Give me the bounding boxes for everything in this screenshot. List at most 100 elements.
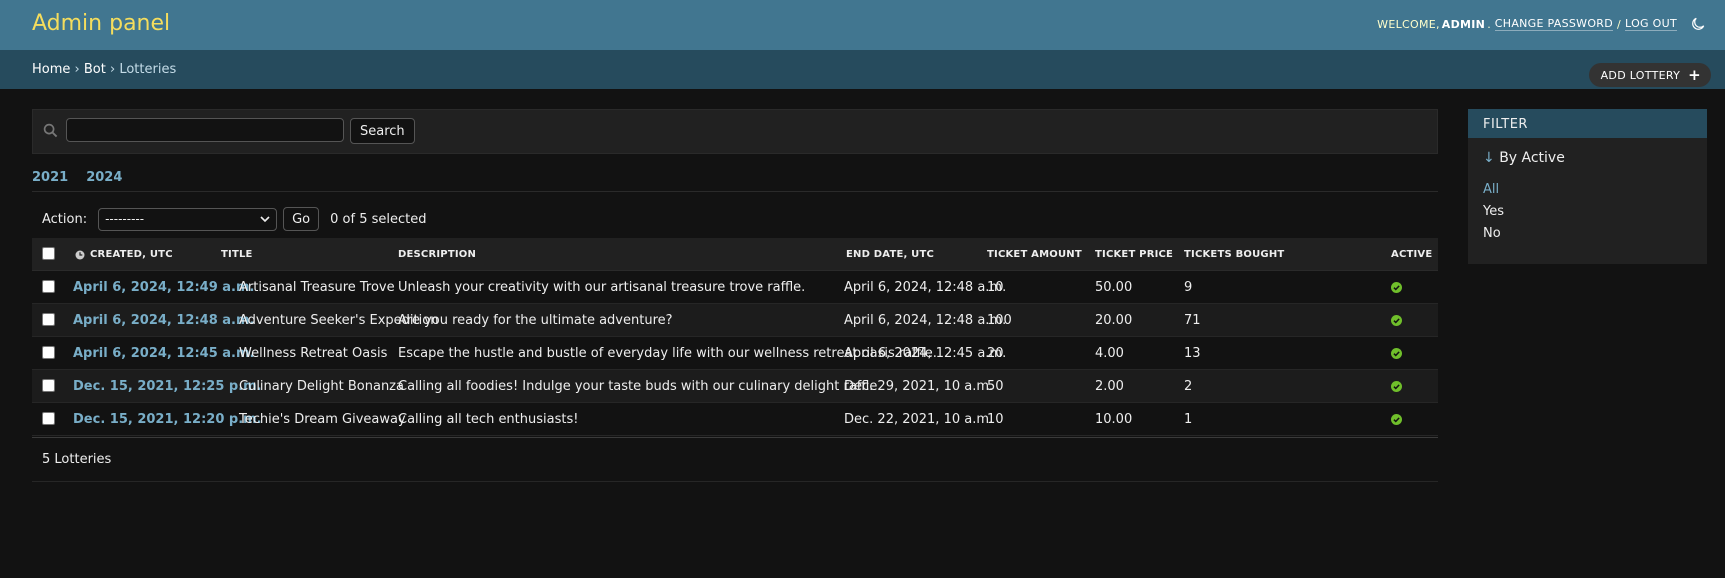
table-header: CREATED, UTC TITLE DESCRIPTION END DATE,… (32, 238, 1438, 271)
search-input[interactable] (66, 118, 344, 142)
filter-option-no[interactable]: No (1483, 226, 1501, 241)
tickets-bought-cell: 2 (1184, 379, 1193, 394)
table-row: Dec. 15, 2021, 12:20 p.m. Techie's Dream… (32, 403, 1438, 436)
filter-sidebar: FILTER ↓ By Active All Yes No (1468, 109, 1707, 264)
search-button[interactable]: Search (350, 118, 415, 144)
title-cell: Wellness Retreat Oasis (239, 346, 388, 361)
filter-option-all[interactable]: All (1483, 182, 1499, 197)
ticket-price-cell: 20.00 (1095, 313, 1133, 328)
tickets-bought-cell: 9 (1184, 280, 1193, 295)
breadcrumb-bot[interactable]: Bot (84, 62, 106, 77)
date-hierarchy: 2021 2024 (32, 170, 122, 185)
user-tools-separator: / (1617, 17, 1622, 31)
divider (32, 191, 1438, 192)
row-checkbox[interactable] (42, 379, 55, 392)
check-circle-icon (1391, 315, 1402, 326)
tickets-bought-cell: 1 (1184, 412, 1193, 427)
description-cell: Are you ready for the ultimate adventure… (398, 313, 673, 328)
end-date-cell: April 6, 2024, 12:48 a.m. (844, 280, 1007, 295)
ticket-amount-cell: 50 (987, 379, 1004, 394)
title-cell: Artisanal Treasure Trove (239, 280, 395, 295)
end-date-cell: Dec. 22, 2021, 10 a.m. (844, 412, 994, 427)
logout-link[interactable]: LOG OUT (1625, 17, 1677, 31)
filter-heading: FILTER (1468, 109, 1707, 138)
row-checkbox[interactable] (42, 346, 55, 359)
breadcrumb-current: Lotteries (119, 62, 177, 77)
row-checkbox[interactable] (42, 313, 55, 326)
search-toolbar: Search (32, 109, 1438, 154)
ticket-amount-cell: 20 (987, 346, 1004, 361)
results-table: CREATED, UTC TITLE DESCRIPTION END DATE,… (32, 238, 1438, 436)
created-link[interactable]: Dec. 15, 2021, 12:25 p.m. (73, 379, 262, 394)
check-circle-icon (1391, 381, 1402, 392)
select-all-checkbox[interactable] (42, 247, 55, 260)
site-branding[interactable]: Admin panel (32, 11, 170, 36)
description-cell: Calling all foodies! Indulge your taste … (398, 379, 882, 394)
row-checkbox[interactable] (42, 280, 55, 293)
filter-by-active-title[interactable]: ↓ By Active (1483, 150, 1565, 166)
change-password-link[interactable]: CHANGE PASSWORD (1494, 17, 1614, 31)
clock-icon (75, 250, 85, 259)
column-ticket-amount[interactable]: TICKET AMOUNT (987, 249, 1082, 260)
ticket-amount-cell: 10 (987, 412, 1004, 427)
tickets-bought-cell: 13 (1184, 346, 1201, 361)
end-date-cell: April 6, 2024, 12:48 a.m. (844, 313, 1007, 328)
column-created[interactable]: CREATED, UTC (75, 249, 173, 260)
ticket-amount-cell: 100 (987, 313, 1012, 328)
ticket-price-cell: 10.00 (1095, 412, 1133, 427)
table-row: April 6, 2024, 12:45 a.m. Wellness Retre… (32, 337, 1438, 370)
breadcrumb: Home › Bot › Lotteries (0, 50, 1725, 89)
end-date-cell: Dec. 29, 2021, 10 a.m. (844, 379, 994, 394)
go-button[interactable]: Go (283, 207, 320, 231)
selection-count: 0 of 5 selected (330, 211, 427, 227)
check-circle-icon (1391, 282, 1402, 293)
action-select[interactable]: --------- (98, 207, 278, 231)
action-select-value: --------- (105, 212, 145, 226)
add-lottery-label: ADD LOTTERY (1600, 68, 1681, 82)
chevron-down-icon (260, 215, 270, 222)
tickets-bought-cell: 71 (1184, 313, 1201, 328)
moon-icon (1692, 17, 1705, 30)
table-row: Dec. 15, 2021, 12:25 p.m. Culinary Delig… (32, 370, 1438, 403)
end-date-cell: April 6, 2024, 12:45 a.m. (844, 346, 1007, 361)
table-row: April 6, 2024, 12:48 a.m. Adventure Seek… (32, 304, 1438, 337)
description-cell: Unleash your creativity with our artisan… (398, 280, 806, 295)
paginator: 5 Lotteries (32, 437, 1438, 482)
created-link[interactable]: April 6, 2024, 12:49 a.m. (73, 280, 254, 295)
table-row: April 6, 2024, 12:49 a.m. Artisanal Trea… (32, 271, 1438, 304)
welcome-text: WELCOME, (1377, 17, 1440, 31)
check-circle-icon (1391, 414, 1402, 425)
title-cell: Techie's Dream Giveaway (239, 412, 406, 427)
created-link[interactable]: April 6, 2024, 12:48 a.m. (73, 313, 254, 328)
check-circle-icon (1391, 348, 1402, 359)
created-link[interactable]: April 6, 2024, 12:45 a.m. (73, 346, 254, 361)
arrow-down-icon: ↓ (1483, 150, 1495, 166)
ticket-amount-cell: 10 (987, 280, 1004, 295)
header: Admin panel WELCOME, ADMIN . CHANGE PASS… (0, 0, 1725, 50)
created-link[interactable]: Dec. 15, 2021, 12:20 p.m. (73, 412, 262, 427)
column-active[interactable]: ACTIVE (1391, 249, 1432, 260)
ticket-price-cell: 4.00 (1095, 346, 1124, 361)
date-hierarchy-2024[interactable]: 2024 (86, 170, 122, 185)
theme-toggle-button[interactable] (1691, 17, 1705, 31)
date-hierarchy-2021[interactable]: 2021 (32, 170, 68, 185)
action-label: Action: (42, 211, 88, 227)
breadcrumb-separator: › (110, 62, 116, 77)
add-lottery-button[interactable]: ADD LOTTERY + (1588, 63, 1711, 87)
breadcrumb-separator: › (74, 62, 80, 77)
row-checkbox[interactable] (42, 412, 55, 425)
ticket-price-cell: 50.00 (1095, 280, 1133, 295)
column-description[interactable]: DESCRIPTION (398, 249, 476, 260)
column-tickets-bought[interactable]: TICKETS BOUGHT (1184, 249, 1284, 260)
plus-icon: + (1688, 66, 1701, 84)
result-count: 5 Lotteries (42, 452, 112, 467)
breadcrumb-home[interactable]: Home (32, 62, 70, 77)
user-tools: WELCOME, ADMIN . CHANGE PASSWORD / LOG O… (1377, 17, 1705, 31)
ticket-price-cell: 2.00 (1095, 379, 1124, 394)
column-end-date[interactable]: END DATE, UTC (846, 249, 934, 260)
title-cell: Culinary Delight Bonanza (239, 379, 404, 394)
column-title[interactable]: TITLE (221, 249, 253, 260)
column-ticket-price[interactable]: TICKET PRICE (1095, 249, 1173, 260)
filter-option-yes[interactable]: Yes (1483, 204, 1504, 219)
description-cell: Calling all tech enthusiasts! (398, 412, 579, 427)
